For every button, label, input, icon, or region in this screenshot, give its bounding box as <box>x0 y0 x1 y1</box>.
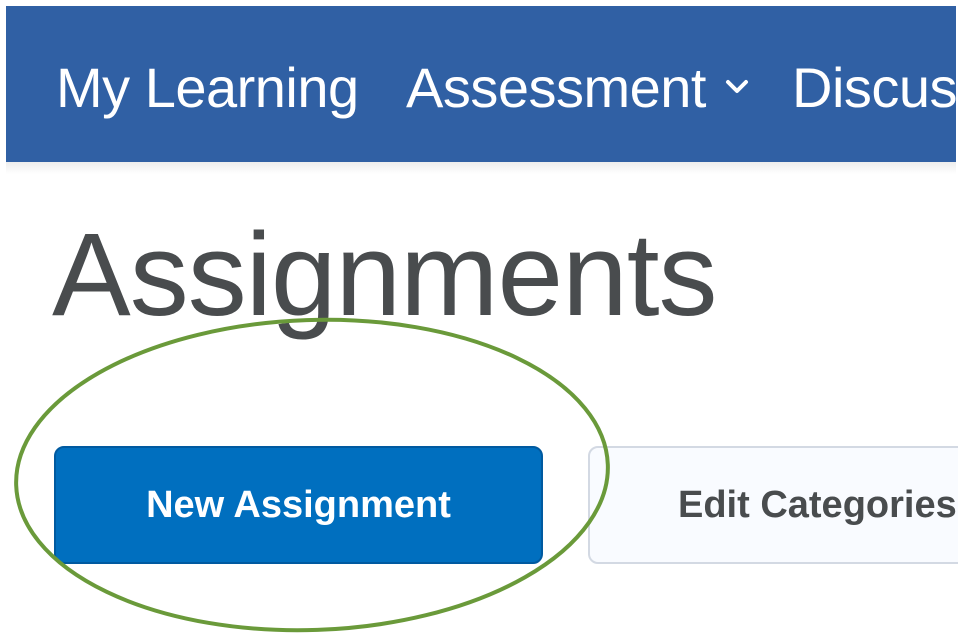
nav-item-discussions[interactable]: Discus <box>792 56 956 120</box>
page-title: Assignments <box>52 209 718 341</box>
nav-item-label: My Learning <box>56 56 359 119</box>
chevron-down-icon <box>726 80 748 94</box>
nav-item-my-learning[interactable]: My Learning <box>56 56 359 120</box>
top-navbar: My Learning Assessment Discus <box>6 6 956 162</box>
nav-item-label: Discus <box>792 56 956 119</box>
new-assignment-button[interactable]: New Assignment <box>54 446 543 564</box>
navbar-shadow <box>6 162 956 174</box>
edit-categories-button[interactable]: Edit Categories <box>588 446 958 564</box>
nav-item-label: Assessment <box>406 56 707 119</box>
nav-item-assessment[interactable]: Assessment <box>406 56 750 120</box>
